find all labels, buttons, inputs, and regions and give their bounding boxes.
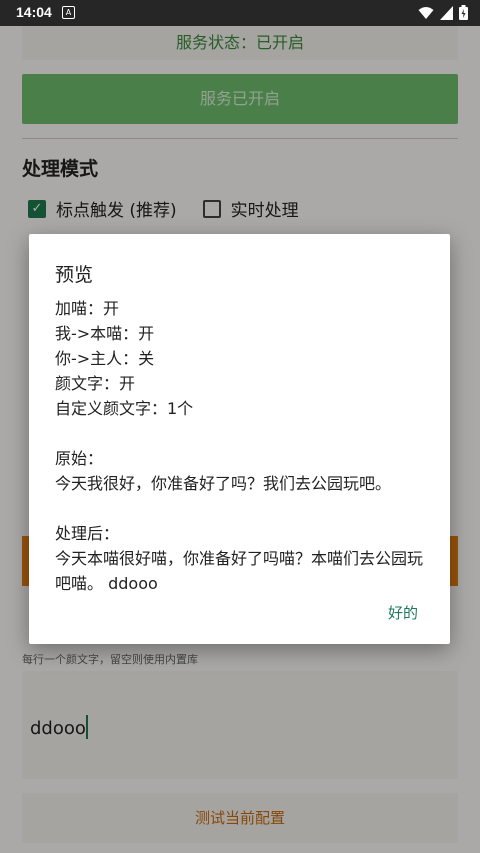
original-label: 原始： (55, 449, 104, 468)
setting-custom-kaomoji: 自定义颜文字：1个 (55, 399, 194, 418)
battery-icon (459, 5, 468, 20)
setting-self-replace: 我->本喵：开 (55, 324, 155, 343)
dialog-body: 加喵：开 我->本喵：开 你->主人：关 颜文字：开 自定义颜文字：1个 原始：… (55, 296, 427, 596)
wifi-icon (418, 6, 434, 19)
preview-dialog: 预览 加喵：开 我->本喵：开 你->主人：关 颜文字：开 自定义颜文字：1个 … (29, 234, 450, 644)
status-bar: 14:04 A (0, 0, 480, 26)
setting-you-replace: 你->主人：关 (55, 349, 155, 368)
processed-label: 处理后： (55, 524, 120, 543)
status-time: 14:04 (16, 4, 52, 20)
setting-kaomoji: 颜文字：开 (55, 374, 136, 393)
signal-icon (440, 5, 453, 20)
dialog-title: 预览 (55, 264, 94, 286)
setting-add-meow: 加喵：开 (55, 299, 120, 318)
original-text: 今天我很好，你准备好了吗？我们去公园玩吧。 (55, 474, 392, 493)
processed-text: 今天本喵很好喵，你准备好了吗喵？本喵们去公园玩吧喵。 ddooo (55, 549, 424, 593)
status-icons (418, 5, 468, 20)
notification-icon: A (62, 6, 75, 19)
ok-button[interactable]: 好的 (388, 602, 418, 623)
